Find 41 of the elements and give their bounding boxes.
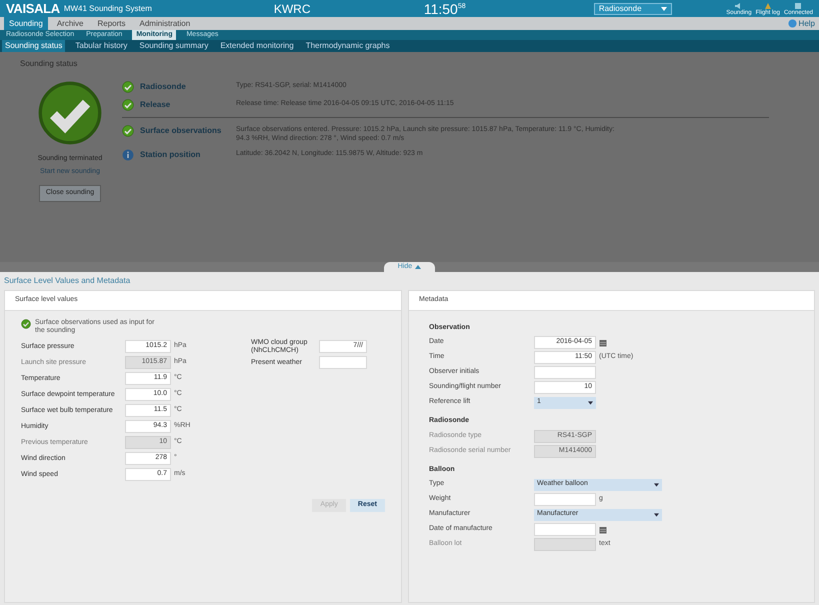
main-tab[interactable]: Administration <box>134 17 196 30</box>
calendar-icon <box>599 338 607 346</box>
text-field[interactable] <box>534 366 596 379</box>
station-name: KWRC <box>274 0 312 18</box>
panel-title: Surface Level Values and Metadata <box>4 275 132 287</box>
view-tab[interactable]: Sounding status <box>2 40 66 52</box>
view-tab[interactable]: Sounding summary <box>137 40 210 52</box>
text-field[interactable] <box>319 356 367 369</box>
caret-icon <box>654 512 659 516</box>
vendor-logo: VAISALA <box>6 0 60 18</box>
success-check-icon <box>37 80 103 146</box>
check-icon <box>21 318 31 328</box>
globe-icon <box>788 19 797 28</box>
info-icon <box>122 149 134 161</box>
caret-icon <box>588 400 593 404</box>
main-tab[interactable]: Reports <box>92 17 131 30</box>
date-field[interactable] <box>534 523 596 536</box>
section-title: Sounding status <box>20 58 78 70</box>
view-tab[interactable]: Tabular history <box>73 40 130 52</box>
product-name: MW41 Sounding System <box>64 2 153 14</box>
text-field[interactable] <box>534 493 596 506</box>
caret-icon <box>415 265 422 269</box>
caret-icon <box>654 482 659 486</box>
calendar-icon <box>599 526 607 534</box>
check-icon <box>122 125 134 137</box>
square-icon <box>793 2 804 10</box>
main-tab[interactable]: Archive <box>52 17 88 30</box>
view-tab[interactable]: Extended monitoring <box>218 40 296 52</box>
check-icon <box>122 99 134 111</box>
clock-time: 11:50 <box>424 2 458 16</box>
status-label: Radiosonde <box>140 81 187 93</box>
check-icon <box>122 81 134 93</box>
help-link[interactable]: Help <box>798 18 815 30</box>
triangle-icon <box>762 2 773 10</box>
mode-dropdown[interactable]: Radiosonde <box>594 2 672 14</box>
main-tab[interactable]: Sounding <box>4 17 48 30</box>
status-label: Surface observations <box>140 125 222 137</box>
status-label: Station position <box>140 149 202 161</box>
view-tab[interactable]: Thermodynamic graphs <box>304 40 392 52</box>
caret-icon <box>660 6 667 10</box>
status-label: Release <box>140 99 172 111</box>
